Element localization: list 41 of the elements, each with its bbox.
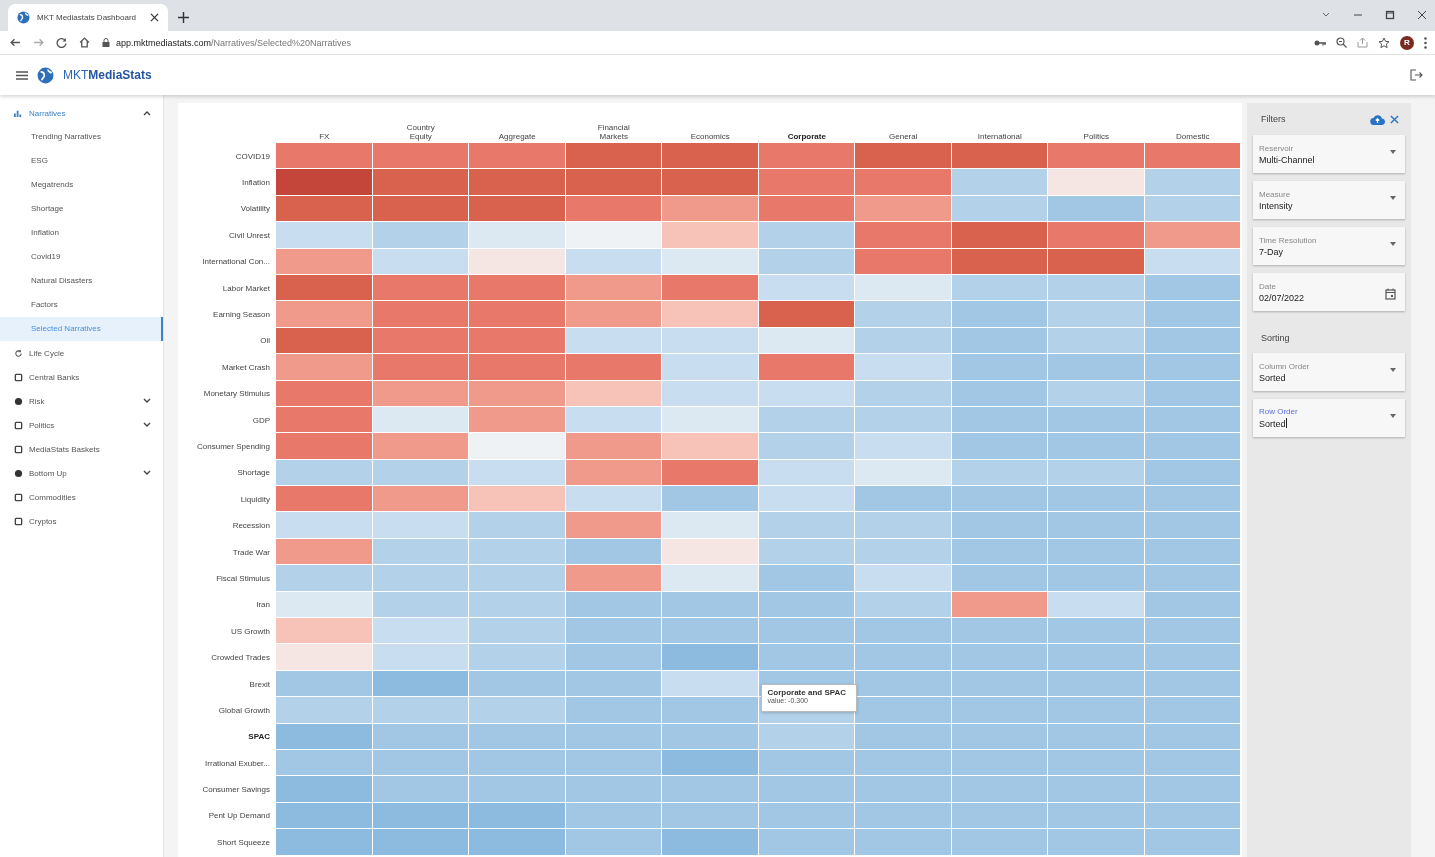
row-label: SPAC	[247, 731, 271, 744]
row-label: GDP	[251, 414, 271, 427]
row-label: Inflation	[240, 177, 271, 190]
tooltip-title: Corporate and SPAC	[767, 687, 848, 697]
row-label: Oil	[259, 335, 271, 348]
row-label: Trade War	[231, 546, 271, 559]
row-label: Market Crash	[221, 361, 271, 374]
row-label: Consumer Savings	[201, 784, 271, 797]
column-header: Domestic	[1175, 130, 1211, 143]
tab-title: MKT Mediastats Dashboard	[37, 13, 137, 22]
row-label: Consumer Spending	[196, 441, 271, 453]
row-label: Brexit	[248, 678, 271, 691]
row-label: Iran	[255, 599, 271, 612]
row-label: Global Growth	[217, 704, 271, 717]
column-header: Aggregate	[497, 130, 537, 143]
row-label: Monetary Stimulus	[202, 388, 271, 401]
row-label: Crowded Trades	[210, 652, 271, 665]
row-label: Short Squeeze	[216, 836, 271, 849]
row-label: Recession	[231, 520, 271, 533]
row-label: Earning Season	[212, 309, 271, 322]
row-label: US Growth	[229, 625, 271, 638]
sorting-title: Sorting	[1260, 332, 1291, 345]
column-header: Country Equity	[405, 122, 436, 143]
column-header: Financial Markets	[596, 122, 631, 143]
row-label: Irrational Exuber...	[204, 757, 271, 770]
row-label: Shortage	[236, 467, 271, 480]
row-label: Liquidity	[239, 493, 271, 506]
row-label: Fiscal Stimulus	[215, 572, 271, 585]
column-header: General	[888, 130, 919, 143]
column-header: FX	[318, 130, 331, 143]
column-header: Corporate	[786, 130, 827, 143]
row-label: COVID19	[234, 150, 271, 163]
row-label: Civil Unrest	[228, 229, 271, 242]
column-header: Economics	[689, 130, 731, 143]
column-header: Politics	[1082, 130, 1110, 143]
filters-title: Filters	[1261, 114, 1287, 124]
column-header: International	[976, 130, 1023, 143]
row-label: Pent Up Demand	[207, 810, 271, 823]
row-label: Labor Market	[221, 282, 271, 295]
row-label: International Con...	[201, 256, 271, 269]
row-label: Volatility	[239, 203, 271, 216]
